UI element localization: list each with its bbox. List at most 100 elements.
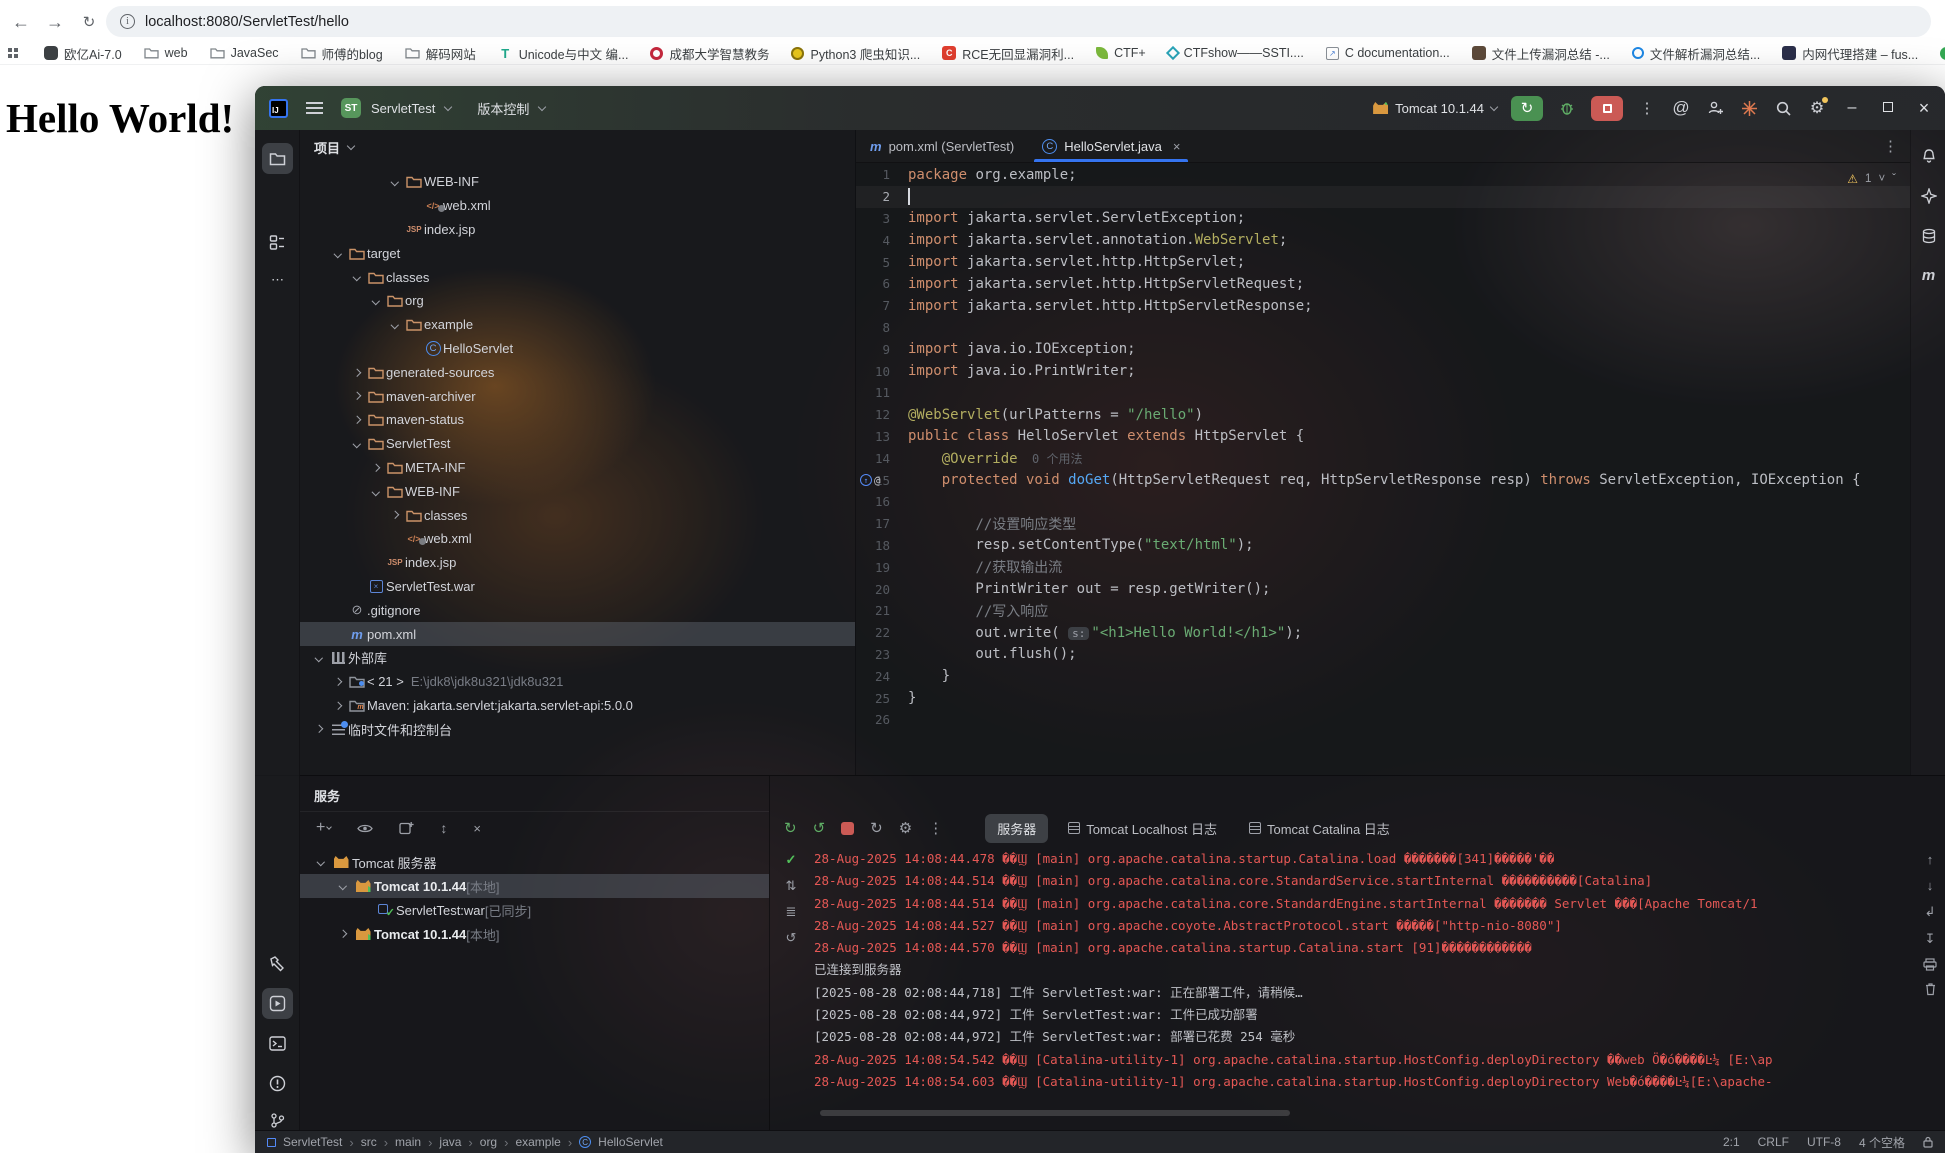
tree-chevron-icon[interactable] <box>367 463 385 472</box>
breadcrumb[interactable]: ServletTest › src › main › java › org › example › C H… <box>267 1135 663 1150</box>
bookmark-Python3 爬虫知识...[interactable]: Python3 爬虫知识... <box>791 44 920 63</box>
status-2:1[interactable]: 2:1 <box>1723 1135 1740 1149</box>
rerun-button[interactable]: ↻ <box>1511 95 1543 121</box>
service-chevron-icon[interactable] <box>334 930 352 938</box>
tree-chevron-icon[interactable] <box>367 487 385 496</box>
ai-assistant-icon[interactable]: @ <box>1671 98 1691 118</box>
filter-icon[interactable]: ≣ <box>786 904 797 920</box>
stop-server-icon[interactable] <box>841 821 855 835</box>
project-toolwindow-icon[interactable] <box>262 143 293 174</box>
bookmark-文件上传漏洞总结 -...[interactable]: 文件上传漏洞总结 -... <box>1471 44 1610 63</box>
code-viewport[interactable]: 1 package org.example; 2 3 import jakarta.se… <box>856 164 1910 775</box>
tree-chevron-icon[interactable] <box>329 677 347 686</box>
tree-item-web.xml[interactable]: </> web.xml <box>300 194 855 218</box>
expand-all-icon[interactable]: ↕ <box>440 820 447 836</box>
scroll-down-icon[interactable]: ↓ <box>1927 878 1934 893</box>
breadcrumb-main[interactable]: main <box>395 1135 421 1149</box>
tree-item-index.jsp[interactable]: JSP index.jsp <box>300 551 855 575</box>
search-everywhere-icon[interactable] <box>1773 98 1793 118</box>
console-hscrollbar[interactable] <box>820 1110 1290 1116</box>
next-problem-icon[interactable]: ˇ <box>1892 173 1896 185</box>
vcs-widget[interactable]: 版本控制 <box>477 99 529 118</box>
bookmark-欧亿Ai-7.0[interactable]: 欧亿Ai-7.0 <box>44 44 122 63</box>
clear-console-icon[interactable] <box>1924 982 1937 996</box>
tree-item-WEB-INF[interactable]: WEB-INF <box>300 479 855 503</box>
bookmark-内网代理搭建 – fus...[interactable]: 内网代理搭建 – fus... <box>1782 44 1918 63</box>
lock-icon[interactable] <box>1923 1136 1933 1148</box>
tree-item-classes[interactable]: classes <box>300 503 855 527</box>
services-toolwindow-icon[interactable] <box>262 988 293 1019</box>
project-chevron-icon[interactable] <box>444 102 453 111</box>
tree-item-HelloServlet[interactable]: C HelloServlet <box>300 337 855 361</box>
prev-problem-icon[interactable]: ˅ <box>1878 173 1885 185</box>
bookmark-CTFshow——SSTI....[interactable]: CTFshow——SSTI.... <box>1165 45 1304 61</box>
print-icon[interactable] <box>1923 958 1937 971</box>
refresh-deployment-icon[interactable]: ↻ <box>870 819 883 837</box>
tree-chevron-icon[interactable] <box>348 415 366 424</box>
tree-chevron-icon[interactable] <box>310 725 328 734</box>
console-more-icon[interactable]: ⋮ <box>928 819 943 837</box>
structure-toolwindow-icon[interactable] <box>262 227 293 258</box>
service-item-Tomcat 10.1.44[interactable]: Tomcat 10.1.44 [本地] <box>300 874 769 898</box>
tree-item-maven-archiver[interactable]: maven-archiver <box>300 384 855 408</box>
service-chevron-icon[interactable] <box>312 858 330 866</box>
service-item-ServletTest:war[interactable]: ✓ ServletTest:war [已同步] <box>300 898 769 922</box>
redeploy-icon[interactable]: ↺ <box>813 819 826 837</box>
tree-chevron-icon[interactable] <box>367 296 385 305</box>
status-4 个空格[interactable]: 4 个空格 <box>1859 1134 1905 1151</box>
restart-icon[interactable]: ↺ <box>786 930 797 946</box>
tree-item-index.jsp[interactable]: JSP index.jsp <box>300 218 855 242</box>
breadcrumb-org[interactable]: org <box>480 1135 497 1149</box>
service-item-Tomcat 服务器[interactable]: Tomcat 服务器 <box>300 850 769 874</box>
gutter-override-icons[interactable]: ↑ @ <box>860 474 881 487</box>
tree-item-example[interactable]: example <box>300 313 855 337</box>
project-panel-header[interactable]: 项目 <box>300 130 855 164</box>
status-CRLF[interactable]: CRLF <box>1758 1135 1789 1149</box>
sort-icon[interactable]: ⇅ <box>786 878 797 894</box>
bookmark-JavaSec[interactable]: JavaSec <box>209 46 279 61</box>
terminal-toolwindow-icon[interactable] <box>262 1028 293 1059</box>
tree-chevron-icon[interactable] <box>386 511 404 519</box>
ai-chat-icon[interactable] <box>1913 180 1944 211</box>
tree-chevron-icon[interactable] <box>348 439 366 448</box>
tree-item-外部库[interactable]: 外部库 <box>300 646 855 670</box>
rerun-server-icon[interactable]: ↻ <box>784 819 797 837</box>
site-info-icon[interactable]: i <box>120 14 135 29</box>
project-name[interactable]: ServletTest <box>371 101 435 116</box>
bookmark-解码网站[interactable]: 解码网站 <box>405 44 476 63</box>
console-tab-服务器[interactable]: 服务器 <box>985 813 1049 843</box>
bookmark-成都大学智慧教务[interactable]: 成都大学智慧教务 <box>650 44 769 63</box>
browser-refresh-button[interactable]: ↻ <box>76 9 102 35</box>
more-toolwindows-icon[interactable]: ⋯ <box>262 264 293 295</box>
breadcrumb-src[interactable]: src <box>361 1135 377 1149</box>
notifications-bell-icon[interactable] <box>1913 140 1944 171</box>
add-service-button[interactable]: + <box>316 819 333 837</box>
database-toolwindow-icon[interactable] <box>1913 220 1944 251</box>
code-analysis-widget[interactable]: ⚠ 1 ˅ ˇ <box>1847 172 1896 186</box>
tree-chevron-icon[interactable] <box>348 273 366 281</box>
tree-chevron-icon[interactable] <box>348 368 366 377</box>
tree-chevron-icon[interactable] <box>329 249 347 258</box>
open-in-new-tab-icon[interactable] <box>399 821 414 835</box>
console-tab-Tomcat Localhost 日志[interactable]: Tomcat Localhost 日志 <box>1056 814 1229 843</box>
minimize-button[interactable]: – <box>1841 99 1863 117</box>
breadcrumb-java[interactable]: java <box>439 1135 461 1149</box>
problems-toolwindow-icon[interactable] <box>262 1068 293 1099</box>
maximize-button[interactable] <box>1877 99 1899 117</box>
breadcrumb-ServletTest[interactable]: ServletTest <box>283 1135 342 1149</box>
tree-chevron-icon[interactable] <box>310 653 328 662</box>
vcs-chevron-icon[interactable] <box>538 102 547 111</box>
tab-list-more-icon[interactable]: ⋮ <box>1883 137 1910 155</box>
editor-tab-HelloServlet.java[interactable]: C HelloServlet.java × <box>1028 130 1194 162</box>
status-UTF-8[interactable]: UTF-8 <box>1807 1135 1841 1149</box>
plugin-starburst-icon[interactable] <box>1739 98 1759 118</box>
bookmark-Unicode与中文 编...[interactable]: T Unicode与中文 编... <box>498 44 628 63</box>
scroll-up-icon[interactable]: ↑ <box>1927 852 1934 867</box>
tree-item-web.xml[interactable]: </> web.xml <box>300 527 855 551</box>
tree-item-.gitignore[interactable]: ⊘ .gitignore <box>300 598 855 622</box>
tree-item-maven-status[interactable]: maven-status <box>300 408 855 432</box>
tree-chevron-icon[interactable] <box>386 178 404 186</box>
maven-toolwindow-icon[interactable]: m <box>1913 260 1944 291</box>
bookmark-师傅的blog[interactable]: 师傅的blog <box>300 44 383 63</box>
tree-chevron-icon[interactable] <box>348 392 366 400</box>
